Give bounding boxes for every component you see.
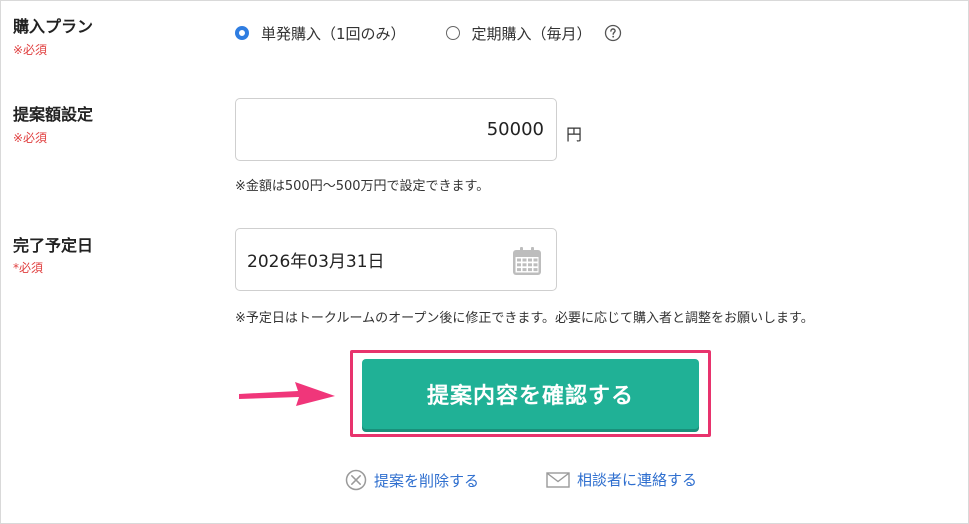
radio-subscription-indicator[interactable]: [445, 26, 460, 40]
calendar-icon[interactable]: [511, 245, 543, 277]
amount-note: ※金額は500円〜500万円で設定できます。: [235, 179, 490, 194]
radio-single-purchase-label: 単発購入（1回のみ）: [261, 24, 406, 43]
completion-date-required: *必須: [13, 261, 44, 275]
radio-single-purchase[interactable]: 単発購入（1回のみ）: [235, 23, 406, 44]
contact-consultant-label: 相談者に連絡する: [577, 471, 698, 489]
question-circle-icon[interactable]: [604, 24, 622, 42]
envelope-icon: [546, 471, 570, 488]
confirm-proposal-button[interactable]: 提案内容を確認する: [362, 359, 699, 429]
pointer-arrow-icon: [239, 382, 335, 406]
amount-unit: 円: [566, 125, 583, 144]
contact-consultant-link[interactable]: 相談者に連絡する: [546, 469, 697, 490]
radio-single-purchase-indicator[interactable]: [235, 26, 249, 40]
purchase-plan-label: 購入プラン: [13, 17, 94, 36]
amount-label: 提案額設定: [13, 105, 94, 124]
purchase-plan-radio-group: 単発購入（1回のみ） 定期購入（毎月）: [235, 23, 622, 43]
completion-date-value: 2026年03月31日: [247, 252, 385, 272]
amount-field-box: [235, 98, 557, 161]
delete-proposal-link[interactable]: 提案を削除する: [345, 469, 479, 491]
form-container: 購入プラン ※必須 単発購入（1回のみ） 定期購入（毎月） 提案額設定 ※必須 …: [0, 0, 969, 524]
delete-proposal-label: 提案を削除する: [374, 471, 480, 490]
purchase-plan-required: ※必須: [13, 43, 48, 57]
amount-required: ※必須: [13, 131, 48, 145]
radio-subscription[interactable]: 定期購入（毎月）: [445, 23, 592, 44]
circle-x-icon: [345, 469, 367, 491]
completion-date-note: ※予定日はトークルームのオープン後に修正できます。必要に応じて購入者と調整をお願…: [235, 311, 814, 326]
amount-input[interactable]: [236, 99, 556, 160]
completion-date-label: 完了予定日: [13, 236, 94, 255]
radio-subscription-label: 定期購入（毎月）: [471, 24, 592, 43]
completion-date-picker[interactable]: 2026年03月31日: [235, 228, 557, 291]
